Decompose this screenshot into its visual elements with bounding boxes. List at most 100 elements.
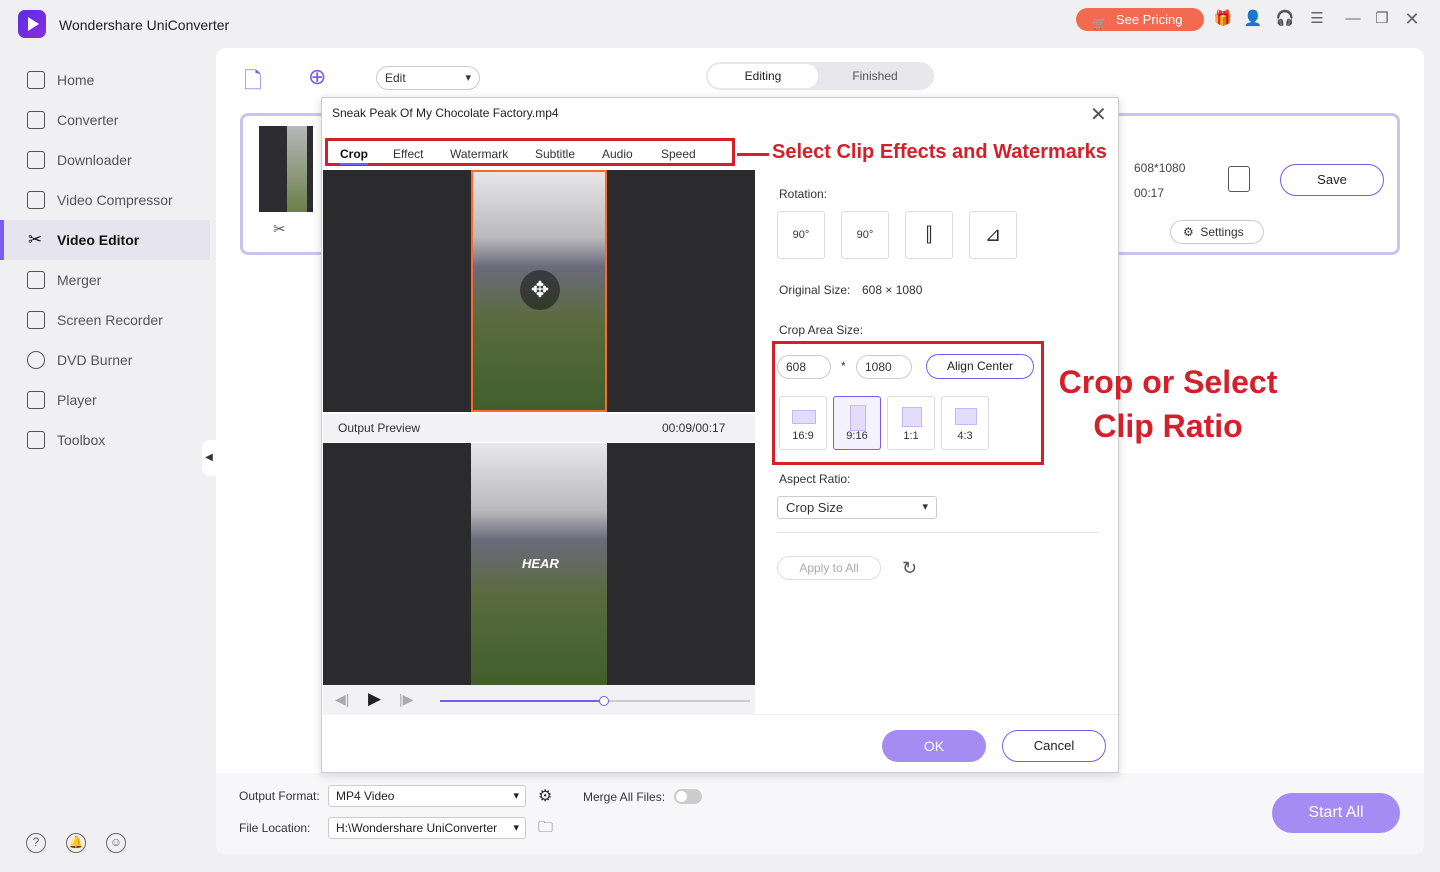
file-location-label: File Location: — [239, 821, 311, 835]
toolbox-icon — [27, 431, 45, 449]
original-size-label: Original Size: — [779, 283, 851, 297]
folder-icon[interactable]: 🗀 — [538, 817, 553, 842]
annotation-arrow — [737, 153, 769, 156]
file-duration: 00:17 — [1134, 186, 1165, 200]
dialog-title: Sneak Peak Of My Chocolate Factory.mp4 — [332, 106, 559, 120]
aspect-ratio-select[interactable]: Crop Size — [777, 496, 937, 519]
tab-watermark[interactable]: Watermark — [450, 147, 508, 161]
rotate-left-button[interactable]: 90° — [777, 211, 825, 259]
output-settings-icon[interactable] — [1228, 166, 1250, 192]
sidebar-item-label: Video Compressor — [57, 192, 173, 208]
flip-vertical-button[interactable]: ⊿ — [969, 211, 1017, 259]
see-pricing-button[interactable]: 🛒 See Pricing — [1076, 8, 1204, 31]
sidebar-item-toolbox[interactable]: Toolbox — [0, 420, 210, 460]
sidebar-item-video-compressor[interactable]: Video Compressor — [0, 180, 210, 220]
flip-vertical-icon: ⊿ — [984, 224, 1002, 246]
flip-horizontal-button[interactable]: ⫿ — [905, 211, 953, 259]
converter-icon — [27, 111, 45, 129]
ratio-annotation-box — [772, 341, 1044, 465]
tab-editing[interactable]: Editing — [708, 64, 818, 88]
sidebar-item-label: Screen Recorder — [57, 312, 163, 328]
divider — [756, 714, 1118, 715]
feedback-icon[interactable]: ☺ — [106, 833, 126, 853]
watermark-text: HEAR — [522, 556, 559, 571]
next-frame-icon[interactable]: |▶ — [399, 691, 413, 708]
maximize-icon[interactable]: ❐ — [1372, 9, 1392, 29]
sidebar-item-video-editor[interactable]: ✂ Video Editor — [0, 220, 210, 260]
sidebar-item-screen-recorder[interactable]: Screen Recorder — [0, 300, 210, 340]
app-logo-icon — [18, 10, 46, 38]
edit-tabs: Crop Effect Watermark Subtitle Audio Spe… — [325, 138, 735, 166]
output-format-select[interactable]: MP4 Video — [328, 785, 526, 807]
dvd-icon — [27, 351, 45, 369]
sidebar-item-home[interactable]: Home — [0, 60, 210, 100]
sidebar-item-label: Video Editor — [57, 232, 140, 248]
player-controls: ◀| ▶ |▶ — [323, 685, 755, 715]
ratio-annotation-line-2: Clip Ratio — [1093, 408, 1243, 444]
reset-icon[interactable]: ↻ — [902, 558, 917, 579]
menu-icon[interactable]: ☰ — [1307, 9, 1327, 29]
merge-label: Merge All Files: — [583, 790, 666, 804]
settings-button[interactable]: ⚙ Settings — [1170, 220, 1264, 244]
file-resolution: 608*1080 — [1134, 161, 1186, 175]
notification-icon[interactable]: 🔔 — [66, 833, 86, 853]
tab-audio[interactable]: Audio — [602, 147, 633, 161]
footer-bar: Output Format: MP4 Video ⚙ Merge All Fil… — [216, 773, 1424, 854]
save-button[interactable]: Save — [1280, 164, 1384, 196]
status-tabs: Editing Finished — [706, 62, 934, 90]
player-icon — [27, 391, 45, 409]
help-icon[interactable]: ? — [26, 833, 46, 853]
gear-icon: ⚙ — [1183, 225, 1194, 239]
tab-finished[interactable]: Finished — [820, 64, 930, 88]
edit-dialog: Sneak Peak Of My Chocolate Factory.mp4 ✕… — [321, 97, 1277, 773]
sidebar-item-converter[interactable]: Converter — [0, 100, 210, 140]
tab-effect[interactable]: Effect — [393, 147, 423, 161]
seek-bar-handle[interactable] — [599, 696, 610, 706]
gift-icon[interactable]: 🎁 — [1213, 9, 1233, 29]
trim-icon[interactable]: ✂ — [273, 220, 286, 238]
merger-icon — [27, 271, 45, 289]
close-icon[interactable]: ✕ — [1402, 9, 1422, 29]
home-icon — [27, 71, 45, 89]
downloader-icon — [27, 151, 45, 169]
minimize-icon[interactable]: — — [1343, 9, 1363, 29]
sidebar-item-label: Merger — [57, 272, 102, 288]
previous-frame-icon[interactable]: ◀| — [335, 691, 349, 708]
sidebar-item-merger[interactable]: Merger — [0, 260, 210, 300]
account-icon[interactable]: 👤 — [1243, 9, 1263, 29]
crop-preview[interactable]: ✥ — [323, 170, 755, 412]
screen-recorder-icon — [27, 311, 45, 329]
sidebar-item-downloader[interactable]: Downloader — [0, 140, 210, 180]
seek-bar[interactable] — [440, 696, 750, 706]
cancel-button[interactable]: Cancel — [1002, 730, 1106, 762]
rotate-right-button[interactable]: 90° — [841, 211, 889, 259]
format-settings-icon[interactable]: ⚙ — [538, 786, 552, 806]
support-icon[interactable]: 🎧 — [1275, 9, 1295, 29]
merge-toggle[interactable] — [674, 789, 702, 804]
ok-button[interactable]: OK — [882, 730, 986, 762]
sidebar-item-player[interactable]: Player — [0, 380, 210, 420]
app-title: Wondershare UniConverter — [59, 17, 230, 33]
tab-speed[interactable]: Speed — [661, 147, 696, 161]
file-location-select[interactable]: H:\Wondershare UniConverter — [328, 817, 526, 839]
output-preview: HEAR — [323, 443, 755, 685]
ratio-annotation-line-1: Crop or Select — [1058, 364, 1278, 400]
edit-select[interactable]: Edit — [376, 66, 480, 90]
sidebar-collapse-button[interactable]: ◀ — [202, 440, 216, 476]
start-all-button[interactable]: Start All — [1272, 793, 1400, 833]
see-pricing-label: See Pricing — [1116, 12, 1183, 27]
apply-to-all-button[interactable]: Apply to All — [777, 556, 881, 580]
file-thumbnail-frame — [287, 126, 307, 212]
crop-area-label: Crop Area Size: — [779, 323, 864, 337]
add-media-icon[interactable]: ⊕ — [308, 64, 326, 90]
tab-subtitle[interactable]: Subtitle — [535, 147, 575, 161]
add-file-icon[interactable]: 🗋 — [244, 64, 262, 102]
sidebar-item-label: Home — [57, 72, 95, 88]
output-format-label: Output Format: — [239, 789, 320, 803]
play-icon[interactable]: ▶ — [368, 689, 381, 709]
sidebar-item-dvd-burner[interactable]: DVD Burner — [0, 340, 210, 380]
tab-crop[interactable]: Crop — [340, 147, 368, 165]
move-icon[interactable]: ✥ — [520, 270, 560, 310]
sidebar-item-label: Downloader — [57, 152, 132, 168]
sidebar-item-label: Converter — [57, 112, 119, 128]
